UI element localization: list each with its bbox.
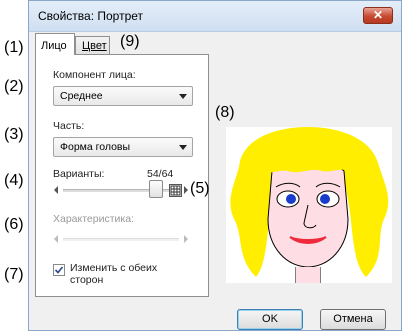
component-value: Среднее xyxy=(60,90,103,102)
chevron-down-icon xyxy=(179,94,187,99)
tab-face-label: Лицо xyxy=(41,40,67,52)
variants-counter: 54/64 xyxy=(147,168,174,180)
arrow-left-icon xyxy=(54,235,58,243)
characteristic-slider xyxy=(53,232,189,246)
callout-5: (5) xyxy=(190,180,210,197)
grid-icon xyxy=(170,185,181,196)
arrow-right-icon[interactable] xyxy=(184,186,188,194)
callout-3: (3) xyxy=(4,126,24,143)
variants-label: Варианты: xyxy=(53,168,105,180)
part-label: Часть: xyxy=(53,120,85,132)
title-bar: Свойства: Портрет ✕ xyxy=(29,1,401,32)
close-icon: ✕ xyxy=(372,8,384,22)
tab-face[interactable]: Лицо xyxy=(35,33,75,55)
grid-button[interactable] xyxy=(169,184,182,197)
part-value: Форма головы xyxy=(60,141,131,153)
callout-8: (8) xyxy=(215,104,235,121)
ok-button-label: OK xyxy=(262,313,278,325)
slider-thumb[interactable] xyxy=(148,180,163,198)
slider-track xyxy=(63,238,179,241)
component-label: Компонент лица: xyxy=(53,69,136,81)
cancel-button-label: Отмена xyxy=(333,313,373,325)
arrow-left-icon[interactable] xyxy=(54,186,58,194)
callout-7: (7) xyxy=(4,266,24,283)
component-select[interactable]: Среднее xyxy=(53,86,193,106)
characteristic-label: Характеристика: xyxy=(53,213,134,225)
checkmark-icon xyxy=(54,266,64,274)
close-button[interactable]: ✕ xyxy=(363,7,393,24)
ok-button[interactable]: OK xyxy=(237,309,303,330)
tab-color-label: Цвет xyxy=(82,40,107,52)
callout-2: (2) xyxy=(4,78,24,95)
callout-4: (4) xyxy=(4,172,24,189)
both-sides-checkbox[interactable] xyxy=(53,264,65,276)
portrait-preview xyxy=(226,127,392,283)
chevron-down-icon xyxy=(179,145,187,150)
callout-1: (1) xyxy=(4,39,24,56)
tab-color[interactable]: Цвет xyxy=(75,36,110,54)
neck-skin xyxy=(296,267,320,283)
arrow-right-icon xyxy=(184,235,188,243)
part-select[interactable]: Форма головы xyxy=(53,137,193,157)
left-iris xyxy=(286,194,296,204)
face xyxy=(267,160,349,268)
both-sides-label: Изменить с обеих сторон xyxy=(70,262,158,286)
callout-9: (9) xyxy=(120,33,140,50)
dialog-title: Свойства: Портрет xyxy=(38,9,144,23)
right-iris xyxy=(320,194,330,204)
cancel-button[interactable]: Отмена xyxy=(320,309,386,330)
callout-6: (6) xyxy=(4,216,24,233)
